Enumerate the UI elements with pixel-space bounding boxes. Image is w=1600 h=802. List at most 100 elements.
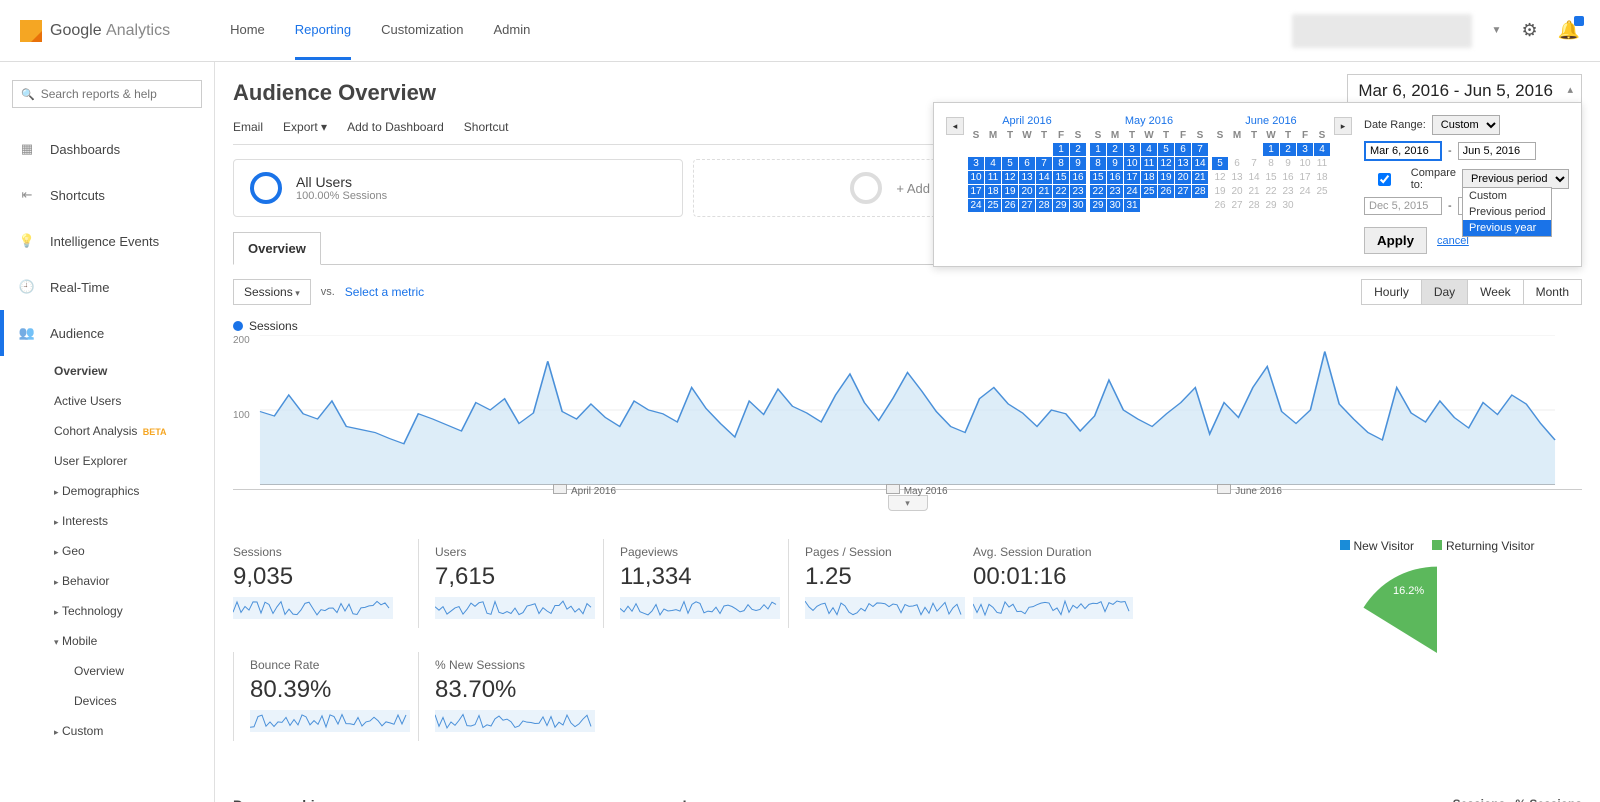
subnav-interests[interactable]: ▸Interests <box>54 506 214 536</box>
calendar-day[interactable]: 5 <box>1002 157 1018 170</box>
subnav-mobile-devices[interactable]: Devices <box>74 686 214 716</box>
subnav-technology[interactable]: ▸Technology <box>54 596 214 626</box>
calendar-day[interactable]: 17 <box>1297 171 1313 184</box>
add-to-dashboard-button[interactable]: Add to Dashboard <box>347 120 444 134</box>
calendar-day[interactable]: 15 <box>1090 171 1106 184</box>
calendar-day[interactable]: 16 <box>1107 171 1123 184</box>
calendar-day[interactable]: 1 <box>1053 143 1069 156</box>
sidebar-intelligence[interactable]: 💡 Intelligence Events <box>0 218 214 264</box>
line-chart[interactable]: 200 100 <box>233 335 1582 485</box>
calendar-day[interactable]: 13 <box>1019 171 1035 184</box>
calendar-day[interactable]: 20 <box>1229 185 1245 198</box>
calendar-day[interactable]: 21 <box>1246 185 1262 198</box>
calendar-day[interactable]: 25 <box>1141 185 1157 198</box>
calendar-day[interactable]: 30 <box>1280 199 1296 212</box>
subnav-active-users[interactable]: Active Users <box>54 386 214 416</box>
calendar-day[interactable]: 14 <box>1036 171 1052 184</box>
calendar-day[interactable]: 16 <box>1070 171 1086 184</box>
caret-down-icon[interactable]: ▼ <box>1492 25 1502 36</box>
subnav-geo[interactable]: ▸Geo <box>54 536 214 566</box>
calendar-day[interactable]: 1 <box>1263 143 1279 156</box>
calendar-day[interactable]: 18 <box>1141 171 1157 184</box>
subnav-demographics[interactable]: ▸Demographics <box>54 476 214 506</box>
export-button[interactable]: Export ▾ <box>283 120 327 134</box>
search-box[interactable]: 🔍 <box>12 80 202 108</box>
calendar-day[interactable]: 13 <box>1175 157 1191 170</box>
calendar-day[interactable]: 9 <box>1280 157 1296 170</box>
scorecard[interactable]: Bounce Rate80.39% <box>233 652 418 741</box>
calendar-day[interactable]: 28 <box>1192 185 1208 198</box>
calendar-day[interactable]: 6 <box>1229 157 1245 170</box>
calendar-day[interactable]: 22 <box>1090 185 1106 198</box>
calendar-day[interactable]: 24 <box>1124 185 1140 198</box>
calendar-day[interactable]: 27 <box>1229 199 1245 212</box>
calendar-day[interactable]: 3 <box>968 157 984 170</box>
notifications-bell-icon[interactable]: 🔔 <box>1558 20 1580 41</box>
calendar-day[interactable]: 26 <box>1002 199 1018 212</box>
sidebar-audience[interactable]: 👥 Audience <box>0 310 214 356</box>
calendar-day[interactable]: 23 <box>1107 185 1123 198</box>
tab-overview[interactable]: Overview <box>233 232 321 265</box>
scorecard[interactable]: Pageviews11,334 <box>603 539 788 628</box>
calendar-day[interactable]: 6 <box>1019 157 1035 170</box>
settings-gear-icon[interactable]: ⚙ <box>1521 20 1537 41</box>
calendar-day[interactable]: 12 <box>1158 157 1174 170</box>
calendar-day[interactable]: 11 <box>985 171 1001 184</box>
compare-option[interactable]: Previous period <box>1463 204 1551 220</box>
calendar-may[interactable]: May 2016 SMTWTFS123456789101112131415161… <box>1090 115 1208 254</box>
scorecard[interactable]: Users7,615 <box>418 539 603 628</box>
cal-next-button[interactable]: ▸ <box>1334 117 1352 135</box>
calendar-day[interactable]: 2 <box>1107 143 1123 156</box>
calendar-day[interactable]: 11 <box>1314 157 1330 170</box>
calendar-day[interactable]: 4 <box>1314 143 1330 156</box>
subnav-custom[interactable]: ▸Custom <box>54 716 214 746</box>
calendar-day[interactable]: 15 <box>1263 171 1279 184</box>
pie-chart[interactable]: 16.2% 83.8% <box>1347 563 1527 743</box>
calendar-day[interactable]: 30 <box>1070 199 1086 212</box>
calendar-day[interactable]: 8 <box>1263 157 1279 170</box>
calendar-day[interactable]: 5 <box>1158 143 1174 156</box>
calendar-day[interactable]: 24 <box>1297 185 1313 198</box>
scorecard[interactable]: Avg. Session Duration00:01:16 <box>973 539 1158 628</box>
calendar-day[interactable]: 7 <box>1192 143 1208 156</box>
segment-all-users[interactable]: All Users 100.00% Sessions <box>233 159 683 217</box>
calendar-day[interactable]: 12 <box>1002 171 1018 184</box>
calendar-day[interactable]: 9 <box>1107 157 1123 170</box>
calendar-day[interactable]: 29 <box>1053 199 1069 212</box>
calendar-day[interactable]: 7 <box>1246 157 1262 170</box>
account-selector[interactable] <box>1292 14 1472 48</box>
secondary-metric-link[interactable]: Select a metric <box>345 285 424 299</box>
calendar-day[interactable]: 24 <box>968 199 984 212</box>
calendar-day[interactable]: 4 <box>1141 143 1157 156</box>
calendar-day[interactable]: 21 <box>1036 185 1052 198</box>
calendar-day[interactable]: 19 <box>1212 185 1228 198</box>
calendar-day[interactable]: 7 <box>1036 157 1052 170</box>
calendar-day[interactable]: 27 <box>1019 199 1035 212</box>
nav-admin[interactable]: Admin <box>494 2 531 60</box>
interval-day[interactable]: Day <box>1422 280 1468 304</box>
calendar-june[interactable]: June 2016 SMTWTFS12345678910111213141516… <box>1212 115 1330 254</box>
logo[interactable]: Google Analytics <box>20 20 170 42</box>
calendar-day[interactable]: 23 <box>1280 185 1296 198</box>
calendar-day[interactable]: 10 <box>1124 157 1140 170</box>
calendar-day[interactable]: 28 <box>1246 199 1262 212</box>
calendar-day[interactable]: 31 <box>1124 199 1140 212</box>
subnav-overview[interactable]: Overview <box>54 356 214 386</box>
scorecard[interactable]: Pages / Session1.25 <box>788 539 973 628</box>
calendar-day[interactable]: 25 <box>1314 185 1330 198</box>
interval-week[interactable]: Week <box>1468 280 1523 304</box>
scorecard[interactable]: % New Sessions83.70% <box>418 652 603 741</box>
subnav-mobile-overview[interactable]: Overview <box>74 656 214 686</box>
calendar-day[interactable]: 12 <box>1212 171 1228 184</box>
subnav-mobile[interactable]: ▾Mobile <box>54 626 214 656</box>
calendar-day[interactable]: 2 <box>1070 143 1086 156</box>
cal-month-label[interactable]: May 2016 <box>1090 115 1208 127</box>
calendar-day[interactable]: 26 <box>1212 199 1228 212</box>
date-start-input[interactable] <box>1364 141 1442 161</box>
calendar-day[interactable]: 20 <box>1175 171 1191 184</box>
calendar-day[interactable]: 8 <box>1090 157 1106 170</box>
calendar-day[interactable]: 29 <box>1263 199 1279 212</box>
calendar-day[interactable]: 18 <box>1314 171 1330 184</box>
subnav-behavior[interactable]: ▸Behavior <box>54 566 214 596</box>
calendar-day[interactable]: 25 <box>985 199 1001 212</box>
